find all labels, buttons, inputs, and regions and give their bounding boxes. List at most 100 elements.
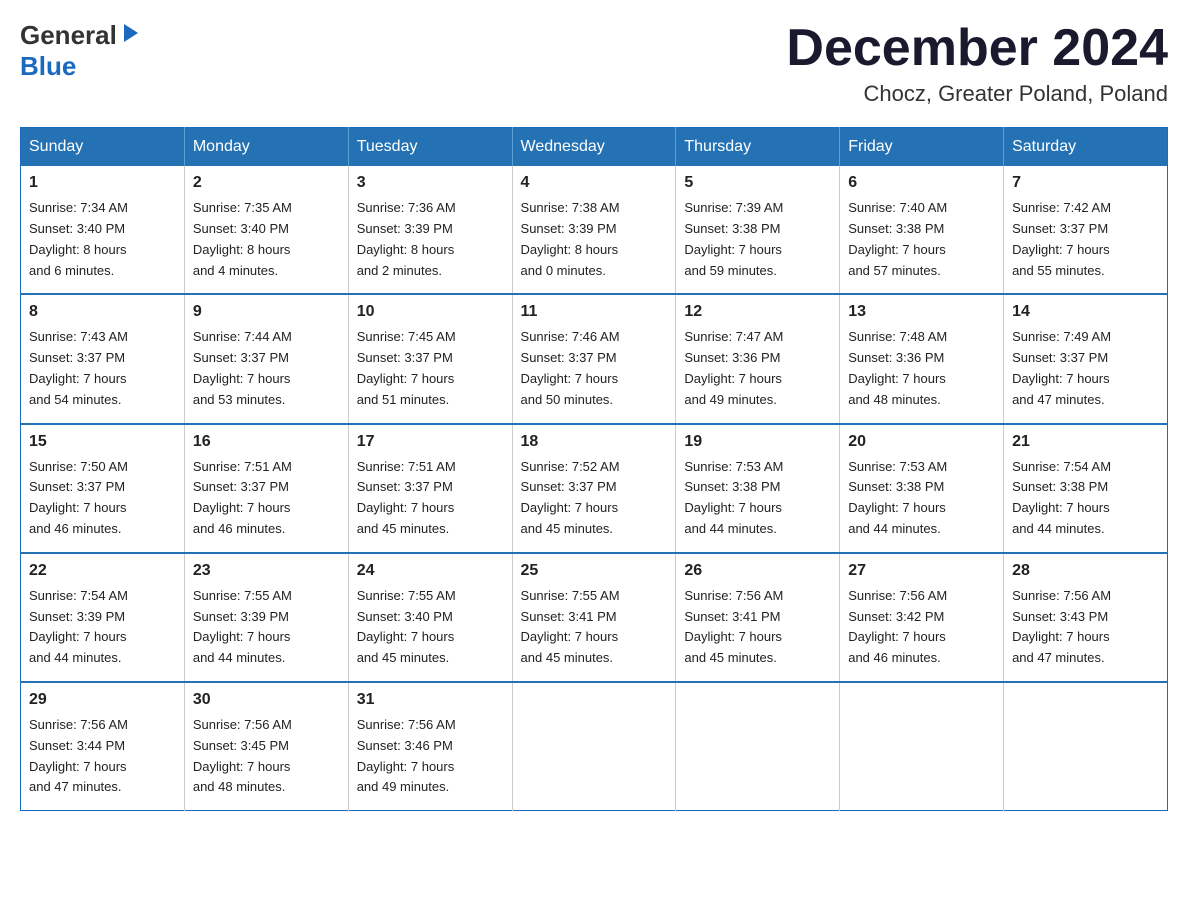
calendar-cell: 20 Sunrise: 7:53 AMSunset: 3:38 PMDaylig… bbox=[840, 424, 1004, 553]
calendar-cell: 8 Sunrise: 7:43 AMSunset: 3:37 PMDayligh… bbox=[21, 294, 185, 423]
calendar-cell: 11 Sunrise: 7:46 AMSunset: 3:37 PMDaylig… bbox=[512, 294, 676, 423]
calendar-cell: 7 Sunrise: 7:42 AMSunset: 3:37 PMDayligh… bbox=[1004, 166, 1168, 294]
day-info: Sunrise: 7:36 AMSunset: 3:39 PMDaylight:… bbox=[357, 198, 504, 281]
calendar-cell: 4 Sunrise: 7:38 AMSunset: 3:39 PMDayligh… bbox=[512, 166, 676, 294]
day-number: 5 bbox=[684, 174, 831, 192]
logo-arrow-icon bbox=[120, 22, 142, 44]
day-info: Sunrise: 7:53 AMSunset: 3:38 PMDaylight:… bbox=[848, 457, 995, 540]
day-info: Sunrise: 7:56 AMSunset: 3:41 PMDaylight:… bbox=[684, 586, 831, 669]
day-info: Sunrise: 7:56 AMSunset: 3:45 PMDaylight:… bbox=[193, 715, 340, 798]
calendar-cell bbox=[512, 682, 676, 811]
calendar-cell: 19 Sunrise: 7:53 AMSunset: 3:38 PMDaylig… bbox=[676, 424, 840, 553]
day-info: Sunrise: 7:55 AMSunset: 3:39 PMDaylight:… bbox=[193, 586, 340, 669]
day-info: Sunrise: 7:43 AMSunset: 3:37 PMDaylight:… bbox=[29, 327, 176, 410]
day-number: 6 bbox=[848, 174, 995, 192]
day-number: 15 bbox=[29, 433, 176, 451]
day-info: Sunrise: 7:34 AMSunset: 3:40 PMDaylight:… bbox=[29, 198, 176, 281]
day-info: Sunrise: 7:54 AMSunset: 3:38 PMDaylight:… bbox=[1012, 457, 1159, 540]
day-info: Sunrise: 7:55 AMSunset: 3:40 PMDaylight:… bbox=[357, 586, 504, 669]
day-number: 29 bbox=[29, 691, 176, 709]
day-info: Sunrise: 7:38 AMSunset: 3:39 PMDaylight:… bbox=[521, 198, 668, 281]
header-wednesday: Wednesday bbox=[512, 128, 676, 167]
calendar-week-3: 15 Sunrise: 7:50 AMSunset: 3:37 PMDaylig… bbox=[21, 424, 1168, 553]
calendar-cell: 15 Sunrise: 7:50 AMSunset: 3:37 PMDaylig… bbox=[21, 424, 185, 553]
header-thursday: Thursday bbox=[676, 128, 840, 167]
calendar-cell: 29 Sunrise: 7:56 AMSunset: 3:44 PMDaylig… bbox=[21, 682, 185, 811]
day-info: Sunrise: 7:51 AMSunset: 3:37 PMDaylight:… bbox=[193, 457, 340, 540]
day-info: Sunrise: 7:53 AMSunset: 3:38 PMDaylight:… bbox=[684, 457, 831, 540]
day-number: 12 bbox=[684, 303, 831, 321]
day-number: 3 bbox=[357, 174, 504, 192]
day-info: Sunrise: 7:35 AMSunset: 3:40 PMDaylight:… bbox=[193, 198, 340, 281]
calendar-cell: 24 Sunrise: 7:55 AMSunset: 3:40 PMDaylig… bbox=[348, 553, 512, 682]
logo-blue-text: Blue bbox=[20, 51, 76, 81]
header-monday: Monday bbox=[184, 128, 348, 167]
day-number: 8 bbox=[29, 303, 176, 321]
day-number: 22 bbox=[29, 562, 176, 580]
day-number: 13 bbox=[848, 303, 995, 321]
day-info: Sunrise: 7:46 AMSunset: 3:37 PMDaylight:… bbox=[521, 327, 668, 410]
calendar-cell: 6 Sunrise: 7:40 AMSunset: 3:38 PMDayligh… bbox=[840, 166, 1004, 294]
day-number: 4 bbox=[521, 174, 668, 192]
day-info: Sunrise: 7:56 AMSunset: 3:43 PMDaylight:… bbox=[1012, 586, 1159, 669]
calendar-cell: 17 Sunrise: 7:51 AMSunset: 3:37 PMDaylig… bbox=[348, 424, 512, 553]
day-number: 31 bbox=[357, 691, 504, 709]
day-info: Sunrise: 7:55 AMSunset: 3:41 PMDaylight:… bbox=[521, 586, 668, 669]
day-number: 9 bbox=[193, 303, 340, 321]
day-info: Sunrise: 7:56 AMSunset: 3:44 PMDaylight:… bbox=[29, 715, 176, 798]
calendar-cell: 21 Sunrise: 7:54 AMSunset: 3:38 PMDaylig… bbox=[1004, 424, 1168, 553]
logo-general-text: General bbox=[20, 20, 117, 51]
day-info: Sunrise: 7:39 AMSunset: 3:38 PMDaylight:… bbox=[684, 198, 831, 281]
calendar-table: Sunday Monday Tuesday Wednesday Thursday… bbox=[20, 127, 1168, 811]
calendar-week-4: 22 Sunrise: 7:54 AMSunset: 3:39 PMDaylig… bbox=[21, 553, 1168, 682]
day-number: 20 bbox=[848, 433, 995, 451]
day-info: Sunrise: 7:40 AMSunset: 3:38 PMDaylight:… bbox=[848, 198, 995, 281]
day-number: 23 bbox=[193, 562, 340, 580]
day-number: 28 bbox=[1012, 562, 1159, 580]
day-info: Sunrise: 7:52 AMSunset: 3:37 PMDaylight:… bbox=[521, 457, 668, 540]
day-number: 25 bbox=[521, 562, 668, 580]
day-info: Sunrise: 7:54 AMSunset: 3:39 PMDaylight:… bbox=[29, 586, 176, 669]
day-number: 24 bbox=[357, 562, 504, 580]
day-info: Sunrise: 7:51 AMSunset: 3:37 PMDaylight:… bbox=[357, 457, 504, 540]
calendar-week-2: 8 Sunrise: 7:43 AMSunset: 3:37 PMDayligh… bbox=[21, 294, 1168, 423]
day-number: 1 bbox=[29, 174, 176, 192]
calendar-cell: 25 Sunrise: 7:55 AMSunset: 3:41 PMDaylig… bbox=[512, 553, 676, 682]
calendar-cell: 14 Sunrise: 7:49 AMSunset: 3:37 PMDaylig… bbox=[1004, 294, 1168, 423]
day-number: 16 bbox=[193, 433, 340, 451]
calendar-cell: 31 Sunrise: 7:56 AMSunset: 3:46 PMDaylig… bbox=[348, 682, 512, 811]
month-title: December 2024 bbox=[786, 20, 1168, 77]
header-tuesday: Tuesday bbox=[348, 128, 512, 167]
calendar-week-5: 29 Sunrise: 7:56 AMSunset: 3:44 PMDaylig… bbox=[21, 682, 1168, 811]
header-sunday: Sunday bbox=[21, 128, 185, 167]
calendar-cell: 16 Sunrise: 7:51 AMSunset: 3:37 PMDaylig… bbox=[184, 424, 348, 553]
day-info: Sunrise: 7:44 AMSunset: 3:37 PMDaylight:… bbox=[193, 327, 340, 410]
calendar-cell: 30 Sunrise: 7:56 AMSunset: 3:45 PMDaylig… bbox=[184, 682, 348, 811]
calendar-cell: 27 Sunrise: 7:56 AMSunset: 3:42 PMDaylig… bbox=[840, 553, 1004, 682]
header-friday: Friday bbox=[840, 128, 1004, 167]
day-number: 27 bbox=[848, 562, 995, 580]
day-number: 11 bbox=[521, 303, 668, 321]
calendar-cell: 2 Sunrise: 7:35 AMSunset: 3:40 PMDayligh… bbox=[184, 166, 348, 294]
day-number: 21 bbox=[1012, 433, 1159, 451]
day-number: 2 bbox=[193, 174, 340, 192]
day-info: Sunrise: 7:50 AMSunset: 3:37 PMDaylight:… bbox=[29, 457, 176, 540]
calendar-cell: 28 Sunrise: 7:56 AMSunset: 3:43 PMDaylig… bbox=[1004, 553, 1168, 682]
calendar-cell: 18 Sunrise: 7:52 AMSunset: 3:37 PMDaylig… bbox=[512, 424, 676, 553]
day-number: 26 bbox=[684, 562, 831, 580]
calendar-cell: 22 Sunrise: 7:54 AMSunset: 3:39 PMDaylig… bbox=[21, 553, 185, 682]
day-number: 14 bbox=[1012, 303, 1159, 321]
page-header: General Blue December 2024 Chocz, Greate… bbox=[20, 20, 1168, 107]
calendar-cell: 1 Sunrise: 7:34 AMSunset: 3:40 PMDayligh… bbox=[21, 166, 185, 294]
calendar-cell bbox=[840, 682, 1004, 811]
day-number: 18 bbox=[521, 433, 668, 451]
calendar-week-1: 1 Sunrise: 7:34 AMSunset: 3:40 PMDayligh… bbox=[21, 166, 1168, 294]
day-info: Sunrise: 7:56 AMSunset: 3:46 PMDaylight:… bbox=[357, 715, 504, 798]
calendar-cell: 13 Sunrise: 7:48 AMSunset: 3:36 PMDaylig… bbox=[840, 294, 1004, 423]
calendar-cell: 10 Sunrise: 7:45 AMSunset: 3:37 PMDaylig… bbox=[348, 294, 512, 423]
day-number: 7 bbox=[1012, 174, 1159, 192]
day-info: Sunrise: 7:42 AMSunset: 3:37 PMDaylight:… bbox=[1012, 198, 1159, 281]
calendar-cell bbox=[1004, 682, 1168, 811]
logo: General Blue bbox=[20, 20, 142, 82]
calendar-cell: 26 Sunrise: 7:56 AMSunset: 3:41 PMDaylig… bbox=[676, 553, 840, 682]
